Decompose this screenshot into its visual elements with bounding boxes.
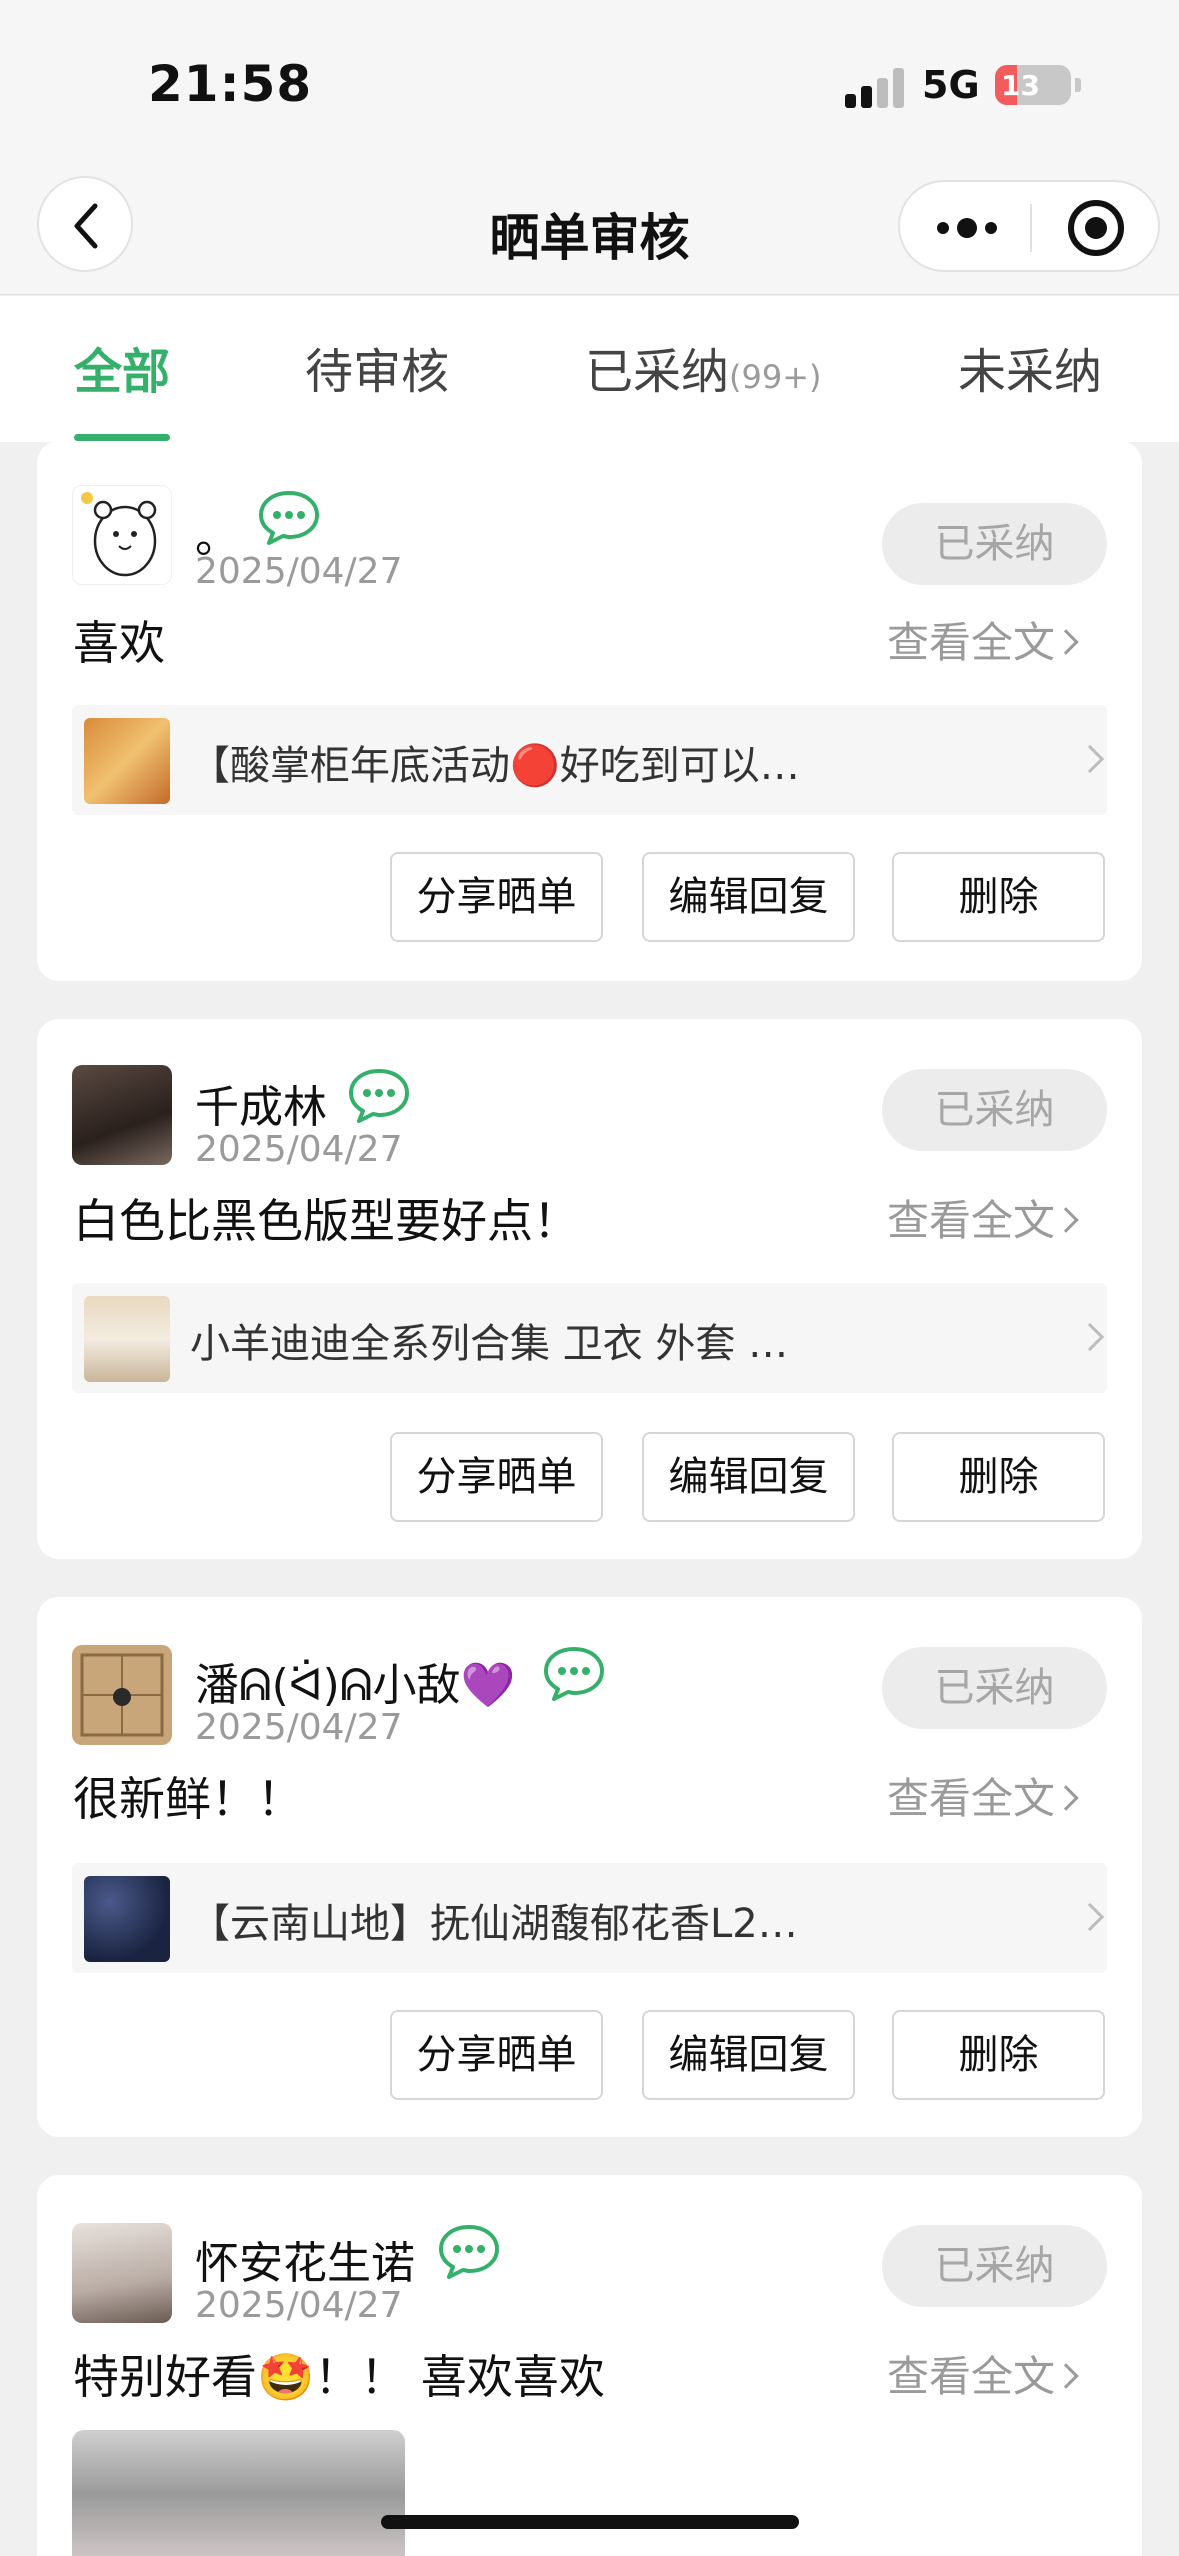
- review-card: 怀安花生诺 2025/04/27 已采纳 特别好看🤩！！ 喜欢喜欢 查看全文: [37, 2175, 1142, 2556]
- chat-bubble-icon[interactable]: [347, 1067, 411, 1123]
- tab-bar: 全部 待审核 已采纳(99+) 未采纳: [0, 296, 1179, 442]
- product-title: 小羊迪迪全系列合集 卫衣 外套 …: [190, 1321, 789, 1367]
- product-thumbnail: [84, 1876, 170, 1962]
- tab-not-adopted[interactable]: 未采纳: [958, 332, 1102, 402]
- tab-adopted[interactable]: 已采纳(99+): [585, 332, 822, 402]
- review-text: 白色比黑色版型要好点！: [73, 1194, 579, 1248]
- capsule-divider: [1030, 204, 1032, 252]
- status-badge: 已采纳: [882, 1069, 1107, 1151]
- chevron-right-icon: [1053, 2363, 1079, 2389]
- avatar[interactable]: [72, 1065, 172, 1165]
- edit-reply-button[interactable]: 编辑回复: [642, 2010, 855, 2100]
- chevron-right-icon: [1053, 1207, 1079, 1233]
- edit-reply-button[interactable]: 编辑回复: [642, 852, 855, 942]
- view-full-link[interactable]: 查看全文: [887, 1765, 1079, 1826]
- battery-percent: 13: [1001, 69, 1040, 102]
- review-card: 千成林 2025/04/27 已采纳 白色比黑色版型要好点！ 查看全文 小羊迪迪…: [37, 1019, 1142, 1559]
- delete-button[interactable]: 删除: [892, 852, 1105, 942]
- product-thumbnail: [84, 718, 170, 804]
- status-bar: 21:58 5G 13: [0, 0, 1179, 160]
- close-miniapp-icon[interactable]: [1068, 200, 1124, 256]
- username: 潘ᕱ(ᐛ)ᕱ小敌💜: [195, 1660, 516, 1711]
- chat-bubble-icon[interactable]: [542, 1645, 606, 1701]
- review-text: 喜欢: [73, 616, 165, 670]
- delete-button[interactable]: 删除: [892, 2010, 1105, 2100]
- view-full-link[interactable]: 查看全文: [887, 609, 1079, 670]
- battery-icon: 13: [995, 65, 1071, 105]
- review-date: 2025/04/27: [195, 1129, 403, 1170]
- username: 怀安花生诺: [195, 2238, 415, 2289]
- view-full-link[interactable]: 查看全文: [887, 2343, 1079, 2404]
- share-review-button[interactable]: 分享晒单: [390, 1432, 603, 1522]
- chat-bubble-icon[interactable]: [257, 489, 321, 545]
- tab-adopted-count: (99+): [729, 358, 822, 396]
- status-time: 21:58: [148, 55, 313, 113]
- status-badge: 已采纳: [882, 503, 1107, 585]
- avatar[interactable]: [72, 2223, 172, 2323]
- view-full-link[interactable]: 查看全文: [887, 1187, 1079, 1248]
- chevron-right-icon: [1075, 1902, 1105, 1932]
- miniapp-capsule: [898, 180, 1160, 272]
- share-review-button[interactable]: 分享晒单: [390, 852, 603, 942]
- review-date: 2025/04/27: [195, 551, 403, 592]
- delete-button[interactable]: 删除: [892, 1432, 1105, 1522]
- tab-all[interactable]: 全部: [74, 332, 170, 402]
- status-badge: 已采纳: [882, 1647, 1107, 1729]
- status-badge: 已采纳: [882, 2225, 1107, 2307]
- battery-nub: [1075, 78, 1081, 92]
- product-thumbnail: [84, 1296, 170, 1382]
- edit-reply-button[interactable]: 编辑回复: [642, 1432, 855, 1522]
- product-link[interactable]: 【酸掌柜年底活动🔴好吃到可以…: [72, 705, 1107, 815]
- review-text: 很新鲜！！: [73, 1772, 303, 1826]
- chevron-right-icon: [1075, 744, 1105, 774]
- review-text: 特别好看🤩！！ 喜欢喜欢: [73, 2350, 605, 2404]
- active-tab-indicator: [74, 434, 170, 441]
- share-review-button[interactable]: 分享晒单: [390, 2010, 603, 2100]
- avatar[interactable]: [72, 1645, 172, 1745]
- product-title: 【云南山地】抚仙湖馥郁花香L2…: [190, 1901, 798, 1947]
- chevron-right-icon: [1053, 1785, 1079, 1811]
- product-link[interactable]: 小羊迪迪全系列合集 卫衣 外套 …: [72, 1283, 1107, 1393]
- username: 千成林: [195, 1082, 327, 1133]
- network-label: 5G: [922, 63, 980, 107]
- avatar[interactable]: [72, 485, 172, 585]
- chat-bubble-icon[interactable]: [437, 2223, 501, 2279]
- more-icon[interactable]: [937, 218, 997, 238]
- product-link[interactable]: 【云南山地】抚仙湖馥郁花香L2…: [72, 1863, 1107, 1973]
- review-date: 2025/04/27: [195, 1707, 403, 1748]
- chevron-right-icon: [1075, 1322, 1105, 1352]
- product-title: 【酸掌柜年底活动🔴好吃到可以…: [190, 743, 800, 789]
- signal-icon: [845, 68, 907, 108]
- review-card: 潘ᕱ(ᐛ)ᕱ小敌💜 2025/04/27 已采纳 很新鲜！！ 查看全文 【云南山…: [37, 1597, 1142, 2137]
- review-date: 2025/04/27: [195, 2285, 403, 2326]
- tab-pending[interactable]: 待审核: [305, 332, 449, 402]
- home-indicator: [381, 2515, 799, 2529]
- nav-bar: 晒单审核: [0, 160, 1179, 295]
- review-card: 。 2025/04/27 已采纳 喜欢 查看全文 【酸掌柜年底活动🔴好吃到可以……: [37, 441, 1142, 981]
- chevron-right-icon: [1053, 629, 1079, 655]
- review-photo[interactable]: [72, 2430, 405, 2556]
